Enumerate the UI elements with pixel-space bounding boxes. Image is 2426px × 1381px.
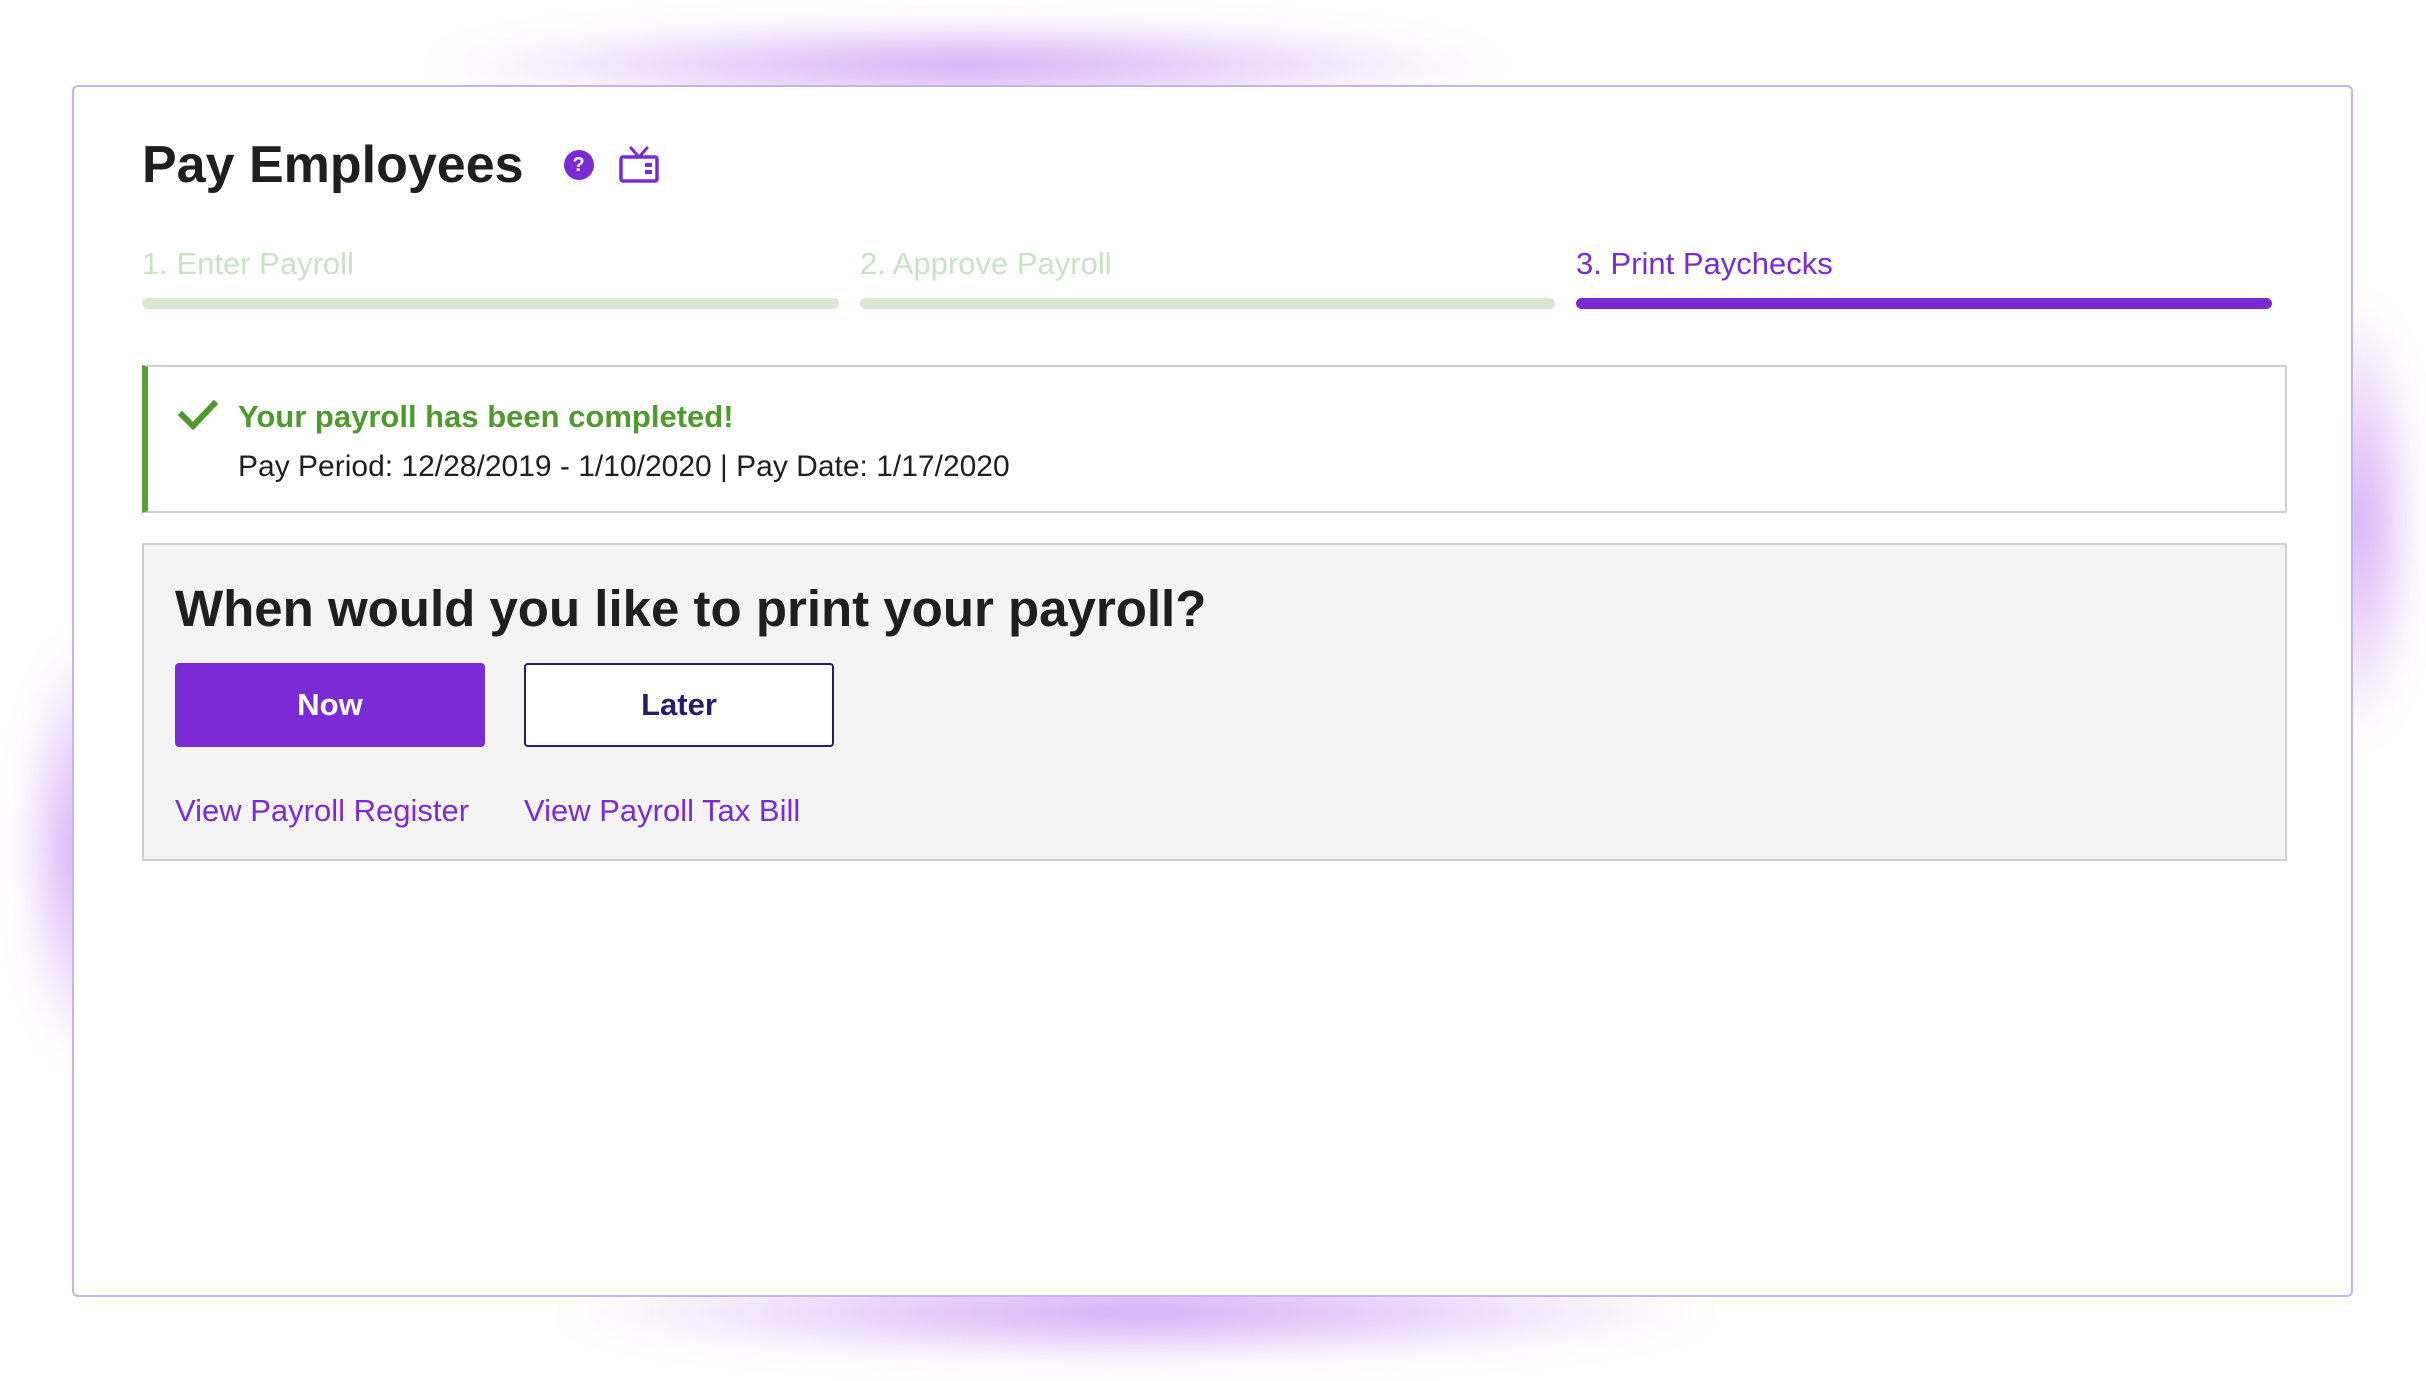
view-payroll-register-link[interactable]: View Payroll Register <box>175 791 469 831</box>
step-enter-payroll: 1. Enter Payroll <box>142 242 839 312</box>
print-question-heading: When would you like to print your payrol… <box>175 580 1207 637</box>
step-progress-bar <box>1576 298 2272 309</box>
print-options-panel: When would you like to print your payrol… <box>142 543 2287 861</box>
help-circle-icon[interactable]: ? <box>563 150 594 180</box>
payroll-completed-alert: Your payroll has been completed! Pay Per… <box>142 365 2287 513</box>
step-approve-payroll: 2. Approve Payroll <box>860 242 1555 312</box>
step-progress-bar <box>142 298 839 309</box>
step-label: 1. Enter Payroll <box>142 246 354 281</box>
print-now-button[interactable]: Now <box>175 663 485 747</box>
page-title: Pay Employees <box>142 136 524 194</box>
page-header: Pay Employees ? <box>142 129 660 201</box>
pay-period-details: Pay Period: 12/28/2019 - 1/10/2020 | Pay… <box>238 450 1010 483</box>
step-print-paychecks: 3. Print Paychecks <box>1576 242 2272 312</box>
view-payroll-tax-bill-link[interactable]: View Payroll Tax Bill <box>524 791 800 831</box>
step-progress-bar <box>860 298 1555 309</box>
alert-title: Your payroll has been completed! <box>238 399 734 434</box>
pay-employees-card: Pay Employees ? 1. Enter Payroll 2. Appr… <box>72 85 2353 1297</box>
print-later-button[interactable]: Later <box>524 663 834 747</box>
step-label: 2. Approve Payroll <box>860 246 1112 281</box>
check-icon <box>178 399 218 431</box>
step-label: 3. Print Paychecks <box>1576 246 1833 281</box>
tv-video-icon[interactable] <box>618 146 660 184</box>
